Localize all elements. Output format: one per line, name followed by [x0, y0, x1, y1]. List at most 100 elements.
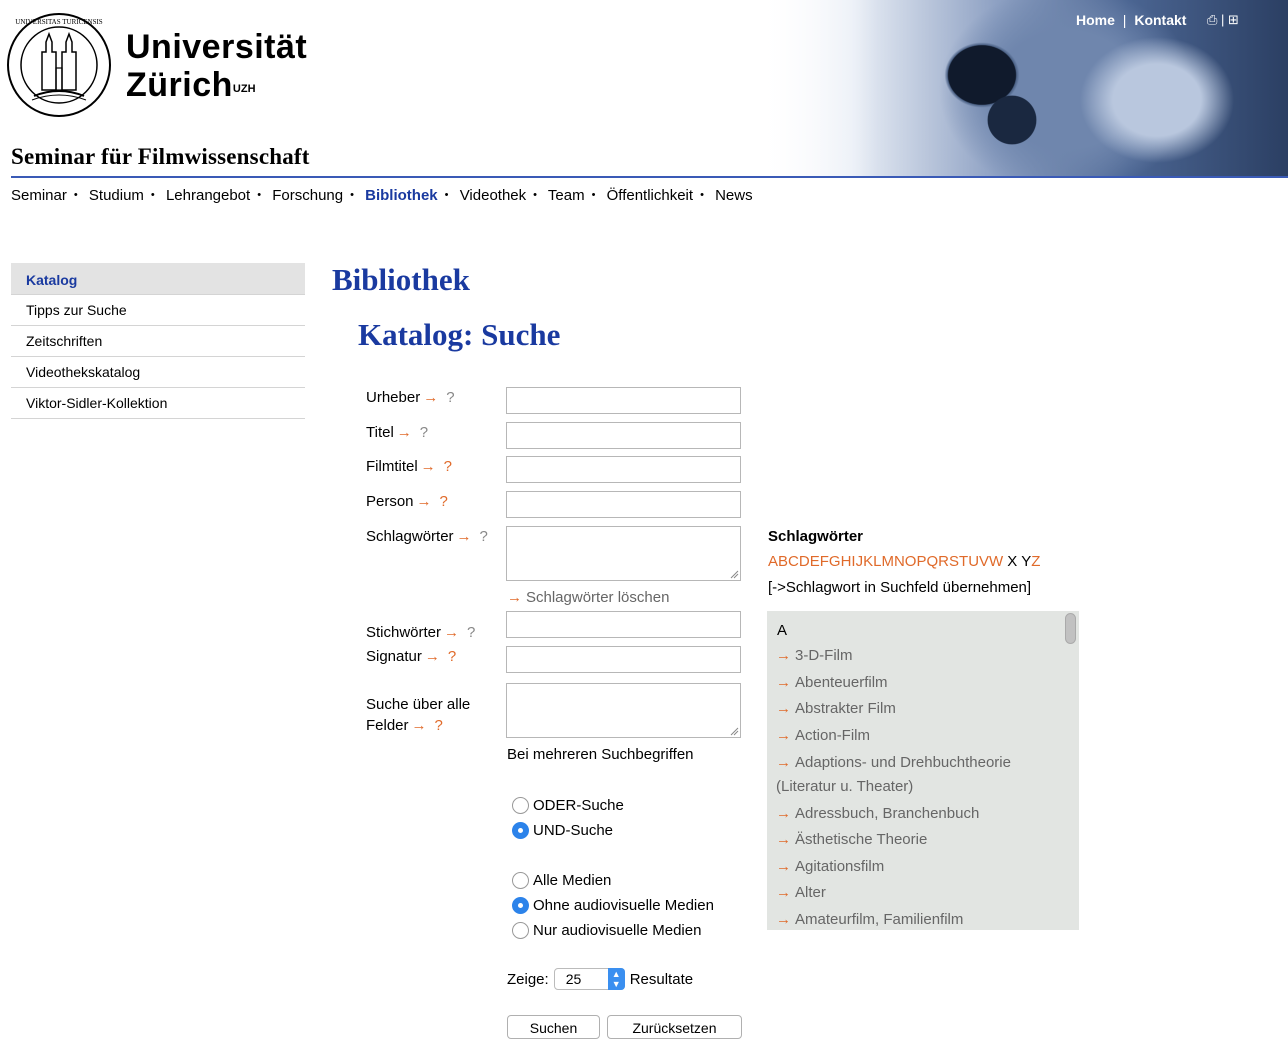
keyword-item-continuation[interactable]: (Literatur u. Theater) [776, 775, 1056, 799]
kontakt-link[interactable]: Kontakt [1134, 12, 1186, 28]
print-icon[interactable]: ⎙ | ⊞ [1207, 12, 1239, 27]
radio-nur-av-medien[interactable]: Nur audiovisuelle Medien [512, 920, 701, 940]
keyword-list-scrollbar[interactable] [1065, 613, 1076, 644]
alpha-letter-u[interactable]: U [968, 553, 979, 570]
results-count-select[interactable]: 25 ▲ ▼ [553, 968, 625, 990]
help-icon[interactable]: ? [435, 717, 443, 734]
help-icon[interactable]: ? [480, 528, 488, 545]
radio-oder-suche[interactable]: ODER-Suche [512, 795, 624, 815]
alpha-letter-w[interactable]: W [989, 553, 1003, 570]
signatur-input[interactable] [506, 646, 741, 673]
radio-alle-medien[interactable]: Alle Medien [512, 870, 611, 890]
keyword-label: Abenteuerfilm [795, 674, 888, 691]
keyword-item[interactable]: → Ästhetische Theorie [776, 828, 1056, 852]
person-input[interactable] [506, 491, 741, 518]
arrow-icon[interactable]: → [457, 528, 472, 545]
alpha-letter-j[interactable]: J [856, 553, 864, 570]
arrow-icon[interactable]: → [417, 493, 432, 510]
nav-seminar[interactable]: Seminar [11, 187, 67, 204]
keyword-item[interactable]: → Alter [776, 881, 1056, 905]
alpha-letter-z[interactable]: Z [1031, 553, 1040, 570]
sidebar-item-tipps[interactable]: Tipps zur Suche [11, 295, 305, 326]
select-chevron-icon: ▲ ▼ [607, 968, 625, 990]
nav-lehrangebot[interactable]: Lehrangebot [166, 187, 250, 204]
label-urheber: Urheber →? [366, 389, 455, 406]
radio-und-suche[interactable]: UND-Suche [512, 820, 613, 840]
alpha-letter-d[interactable]: D [799, 553, 810, 570]
search-button[interactable]: Suchen [507, 1015, 600, 1039]
arrow-icon[interactable]: → [421, 458, 436, 475]
university-seal-logo[interactable]: UNIVERSITAS TURICENSIS [6, 12, 112, 118]
nav-studium[interactable]: Studium [89, 187, 144, 204]
keyword-item[interactable]: → Action-Film [776, 724, 1056, 748]
schlagwoerter-loeschen-link[interactable]: → Schlagwörter löschen [507, 589, 669, 606]
alpha-letter-q[interactable]: Q [926, 553, 938, 570]
resultate-label: Resultate [629, 970, 694, 988]
keyword-item[interactable]: → Amateurfilm, Familienfilm [776, 908, 1056, 930]
arrow-icon[interactable]: → [423, 389, 438, 406]
radio-button[interactable] [512, 871, 529, 889]
alpha-letter-b[interactable]: B [778, 553, 788, 570]
nav-news[interactable]: News [715, 187, 753, 204]
radio-button-selected[interactable] [512, 896, 529, 914]
sidebar-item-videothekskatalog[interactable]: Videothekskatalog [11, 357, 305, 388]
help-icon[interactable]: ? [448, 648, 456, 665]
nav-oeffentlichkeit[interactable]: Öffentlichkeit [607, 187, 693, 204]
alpha-letter-o[interactable]: O [905, 553, 917, 570]
filmtitel-input[interactable] [506, 456, 741, 483]
alpha-letter-n[interactable]: N [894, 553, 905, 570]
keyword-list[interactable]: A → 3-D-Film → Abenteuerfilm → Abstrakter F… [767, 611, 1079, 930]
alpha-letter-p[interactable]: P [916, 553, 926, 570]
university-wordmark[interactable]: Universität ZürichUZH [126, 28, 307, 104]
arrow-icon[interactable]: → [397, 424, 412, 441]
help-icon[interactable]: ? [446, 389, 454, 406]
alle-felder-textarea[interactable] [506, 683, 741, 738]
keyword-item[interactable]: → Agitationsfilm [776, 855, 1056, 879]
arrow-icon[interactable]: → [412, 717, 427, 734]
alpha-letter-a[interactable]: A [768, 553, 778, 570]
stichwoerter-input[interactable] [506, 611, 741, 638]
alpha-letter-t[interactable]: T [959, 553, 968, 570]
titel-input[interactable] [506, 422, 741, 449]
print-and-fontsize-icons[interactable]: ⎙ | ⊞ [1207, 12, 1239, 28]
keyword-item[interactable]: → Adressbuch, Branchenbuch [776, 802, 1056, 826]
schlagwoerter-textarea[interactable] [506, 526, 741, 581]
radio-button-selected[interactable] [512, 821, 529, 839]
keyword-item[interactable]: → Adaptions- und Drehbuchtheorie [776, 751, 1056, 775]
help-icon[interactable]: ? [444, 458, 452, 475]
sidebar-item-katalog[interactable]: Katalog [11, 263, 305, 295]
urheber-input[interactable] [506, 387, 741, 414]
radio-button[interactable] [512, 921, 529, 939]
alpha-letter-s[interactable]: S [949, 553, 959, 570]
alpha-letter-c[interactable]: C [788, 553, 799, 570]
radio-ohne-av-medien[interactable]: Ohne audiovisuelle Medien [512, 895, 714, 915]
alpha-letter-k[interactable]: K [863, 553, 873, 570]
radio-button[interactable] [512, 796, 529, 814]
keyword-item[interactable]: → Abstrakter Film [776, 697, 1056, 721]
nav-videothek[interactable]: Videothek [460, 187, 526, 204]
keyword-item[interactable]: → Abenteuerfilm [776, 671, 1056, 695]
alpha-letter-h[interactable]: H [841, 553, 852, 570]
sidebar-item-zeitschriften[interactable]: Zeitschriften [11, 326, 305, 357]
alpha-letter-r[interactable]: R [938, 553, 949, 570]
nav-team[interactable]: Team [548, 187, 585, 204]
arrow-icon[interactable]: → [425, 648, 440, 665]
alpha-letter-g[interactable]: G [829, 553, 841, 570]
alpha-letter-m[interactable]: M [881, 553, 894, 570]
keyword-item[interactable]: → 3-D-Film [776, 644, 1056, 668]
resize-grip-icon[interactable] [729, 569, 739, 579]
alpha-letter-e[interactable]: E [810, 553, 820, 570]
nav-bibliothek[interactable]: Bibliothek [365, 187, 438, 204]
home-link[interactable]: Home [1076, 12, 1115, 28]
alpha-letter-v[interactable]: V [979, 553, 989, 570]
nav-forschung[interactable]: Forschung [272, 187, 343, 204]
resize-grip-icon[interactable] [729, 726, 739, 736]
alpha-letter-f[interactable]: F [820, 553, 829, 570]
help-icon[interactable]: ? [420, 424, 428, 441]
reset-button[interactable]: Zurücksetzen [607, 1015, 742, 1039]
seminar-title[interactable]: Seminar für Filmwissenschaft [11, 144, 310, 170]
help-icon[interactable]: ? [440, 493, 448, 510]
sidebar-item-viktor-sidler[interactable]: Viktor-Sidler-Kollektion [11, 388, 305, 419]
arrow-icon[interactable]: → [444, 624, 459, 641]
help-icon[interactable]: ? [467, 624, 475, 641]
